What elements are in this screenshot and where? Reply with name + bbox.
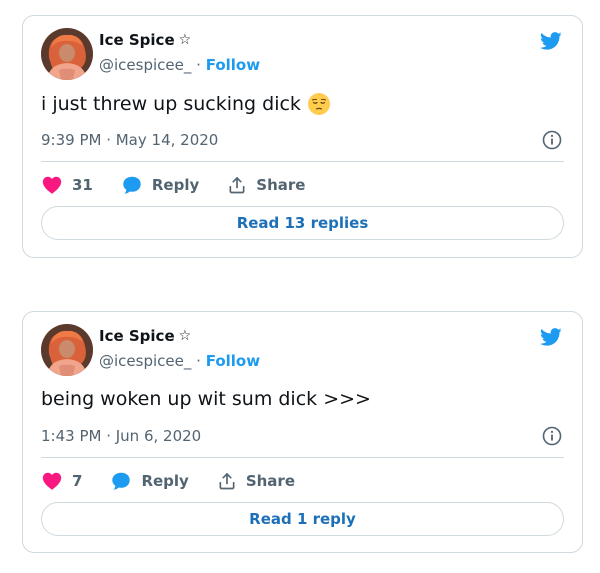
reply-label: Reply (151, 176, 200, 194)
follow-button[interactable]: Follow (206, 352, 260, 370)
tweet-text-row: i just threw up sucking dick (41, 92, 331, 116)
action-bar: 7 Reply Share (41, 470, 323, 492)
tweet-card[interactable]: Ice Spice ☆ @icespicee_ · Follow being w… (22, 311, 583, 553)
twitter-bird-icon[interactable] (538, 30, 564, 52)
divider (41, 161, 564, 162)
like-count: 7 (72, 472, 83, 490)
avatar[interactable] (41, 28, 93, 80)
handle-row: @icespicee_ · Follow (99, 56, 260, 74)
reply-button[interactable]: Reply (110, 470, 189, 492)
handle-row: @icespicee_ · Follow (99, 352, 260, 370)
action-bar: 31 Reply Share (41, 174, 333, 196)
author-handle[interactable]: @icespicee_ (99, 352, 191, 370)
share-button[interactable]: Share (227, 175, 305, 195)
info-icon[interactable] (542, 426, 562, 446)
author-handle[interactable]: @icespicee_ (99, 56, 191, 74)
tweet-text: i just threw up sucking dick (41, 93, 301, 115)
author-row: Ice Spice ☆ (99, 327, 191, 345)
tweet-text: being woken up wit sum dick >>> (41, 388, 371, 410)
avatar[interactable] (41, 324, 93, 376)
divider (41, 457, 564, 458)
reply-label: Reply (141, 472, 189, 490)
share-button[interactable]: Share (217, 471, 295, 491)
like-button[interactable]: 7 (41, 470, 82, 492)
reply-button[interactable]: Reply (121, 174, 199, 196)
reply-bubble-icon (110, 470, 132, 492)
tweet-timestamp[interactable]: 9:39 PM · May 14, 2020 (41, 131, 218, 149)
separator: · (196, 352, 201, 370)
tweet-text-row: being woken up wit sum dick >>> (41, 388, 371, 410)
share-label: Share (256, 176, 306, 194)
author-name[interactable]: Ice Spice (99, 31, 175, 49)
twitter-bird-icon[interactable] (538, 326, 564, 348)
info-icon[interactable] (542, 130, 562, 150)
read-replies-label: Read 13 replies (236, 214, 369, 232)
share-icon (227, 175, 247, 195)
tweet-timestamp[interactable]: 1:43 PM · Jun 6, 2020 (41, 427, 201, 445)
follow-button[interactable]: Follow (206, 56, 260, 74)
read-replies-button[interactable]: Read 13 replies (41, 206, 564, 240)
heart-icon (41, 174, 63, 196)
separator: · (196, 56, 201, 74)
read-replies-button[interactable]: Read 1 reply (41, 502, 564, 536)
share-label: Share (245, 472, 296, 490)
star-icon: ☆ (178, 32, 192, 48)
star-icon: ☆ (178, 328, 192, 344)
like-button[interactable]: 31 (41, 174, 93, 196)
share-icon (217, 471, 237, 491)
heart-icon (41, 470, 63, 492)
reply-bubble-icon (121, 174, 143, 196)
author-row: Ice Spice ☆ (99, 31, 191, 49)
tweet-card[interactable]: Ice Spice ☆ @icespicee_ · Follow i just … (22, 15, 583, 258)
author-name[interactable]: Ice Spice (99, 327, 175, 345)
like-count: 31 (72, 176, 93, 194)
pensive-face-icon (307, 92, 331, 116)
read-replies-label: Read 1 reply (249, 510, 356, 528)
